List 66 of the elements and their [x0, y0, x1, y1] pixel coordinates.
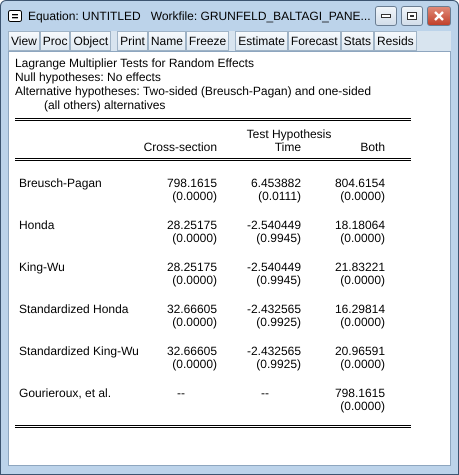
- p-value: (0.0000): [340, 316, 385, 329]
- statistic-value: 28.25175: [166, 261, 217, 274]
- p-value: (0.0000): [340, 400, 385, 413]
- p-value: (0.0000): [172, 274, 217, 287]
- statistic-value: -2.540449: [246, 219, 301, 232]
- p-value: (0.0000): [340, 232, 385, 245]
- p-value: (0.0000): [172, 190, 217, 203]
- maximize-button[interactable]: [400, 6, 423, 26]
- toolbar-button[interactable]: Forecast: [288, 31, 341, 51]
- statistic-value: 798.1615: [334, 387, 385, 400]
- statistic-value: 6.453882: [250, 177, 301, 190]
- statistic-value: 798.1615: [166, 177, 217, 190]
- statistic-value: 28.25175: [166, 219, 217, 232]
- column-header: Both: [360, 141, 385, 154]
- window-title: Equation: UNTITLED Workfile: GRUNFELD_BALTAGI_PANE...: [28, 9, 371, 23]
- column-header: Cross-section: [144, 141, 217, 154]
- toolbar-button[interactable]: Estimate: [235, 31, 288, 51]
- row-label: Standardized King-Wu: [18, 345, 140, 360]
- heading-line: (all others) alternatives: [43, 98, 166, 112]
- p-value: (0.9945): [256, 274, 301, 287]
- heading-line: Null hypotheses: No effects: [15, 70, 162, 84]
- p-value: (0.9925): [256, 316, 301, 329]
- statistic-value: 32.66605: [166, 345, 217, 358]
- toolbar-button[interactable]: Name: [148, 31, 186, 51]
- group-header: Test Hypothesis: [246, 128, 332, 141]
- statistic-value: 16.29814: [334, 303, 385, 316]
- statistic-value: -2.432565: [246, 303, 301, 316]
- heading-line: Alternative hypotheses: Two-sided (Breusch-Pagan) and one-sided: [15, 84, 372, 98]
- toolbar-button[interactable]: Freeze: [186, 31, 230, 51]
- p-value: (0.0000): [172, 358, 217, 371]
- row-label: Gourieroux, et al.: [18, 387, 112, 402]
- p-value: (0.0000): [340, 190, 385, 203]
- p-value: (0.0000): [172, 232, 217, 245]
- close-icon: [432, 11, 445, 21]
- column-header: Time: [274, 141, 301, 154]
- window-menu-icon[interactable]: [8, 10, 22, 22]
- statistic-value: 32.66605: [166, 303, 217, 316]
- toolbar-button[interactable]: View: [8, 31, 40, 51]
- statistic-value: -2.432565: [246, 345, 301, 358]
- toolbar-button[interactable]: Resids: [374, 31, 417, 51]
- statistic-value: 804.6154: [334, 177, 385, 190]
- minimize-icon: [380, 14, 391, 18]
- p-value: (0.0000): [340, 274, 385, 287]
- statistic-value: --: [177, 387, 185, 400]
- statistic-value: -2.540449: [246, 261, 301, 274]
- close-button[interactable]: [426, 6, 451, 26]
- toolbar-button[interactable]: Proc: [40, 31, 70, 51]
- row-label: King-Wu: [18, 261, 66, 276]
- maximize-icon: [406, 12, 417, 20]
- statistic-value: 18.18064: [334, 219, 385, 232]
- minimize-button[interactable]: [374, 6, 397, 26]
- p-value: (0.0000): [172, 316, 217, 329]
- heading-line: Lagrange Multiplier Tests for Random Effects: [15, 56, 256, 70]
- p-value: (0.9945): [256, 232, 301, 245]
- toolbar-button[interactable]: Print: [117, 31, 148, 51]
- statistic-value: 20.96591: [334, 345, 385, 358]
- row-label: Honda: [18, 219, 56, 234]
- p-value: (0.9925): [256, 358, 301, 371]
- p-value: (0.0000): [340, 358, 385, 371]
- p-value: (0.0111): [258, 190, 301, 203]
- statistic-value: 21.83221: [334, 261, 385, 274]
- row-label: Standardized Honda: [18, 303, 130, 318]
- toolbar-button[interactable]: Stats: [340, 31, 374, 51]
- row-label: Breusch-Pagan: [18, 177, 103, 192]
- toolbar-button[interactable]: Object: [70, 31, 112, 51]
- statistic-value: --: [261, 387, 269, 400]
